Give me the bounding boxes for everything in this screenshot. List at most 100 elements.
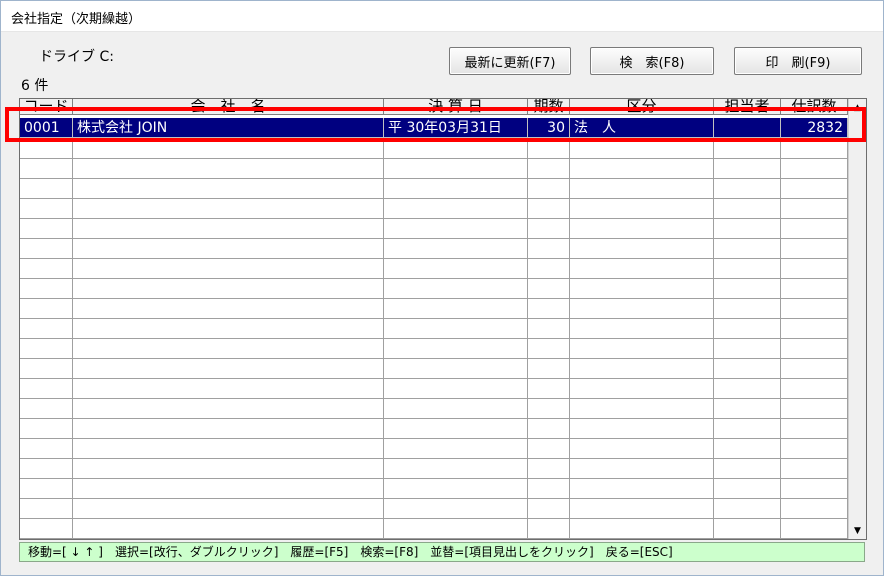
- empty-table-row[interactable]: [20, 459, 848, 479]
- empty-table-row[interactable]: [20, 499, 848, 519]
- empty-cell: [714, 199, 781, 219]
- empty-table-row[interactable]: [20, 319, 848, 339]
- empty-cell: [73, 439, 384, 459]
- search-button[interactable]: 検 索(F8): [590, 47, 714, 75]
- empty-cell: [73, 199, 384, 219]
- empty-cell: [570, 159, 714, 179]
- empty-cell: [384, 139, 528, 159]
- empty-table-row[interactable]: [20, 299, 848, 319]
- empty-cell: [528, 159, 570, 179]
- empty-cell: [781, 159, 848, 179]
- empty-table-row[interactable]: [20, 279, 848, 299]
- header-closing-date[interactable]: 決 算 日: [384, 99, 528, 115]
- empty-cell: [570, 399, 714, 419]
- empty-table-row[interactable]: [20, 179, 848, 199]
- empty-table-row[interactable]: [20, 479, 848, 499]
- empty-cell: [714, 239, 781, 259]
- header-period[interactable]: 期数: [528, 99, 570, 115]
- empty-cell: [73, 259, 384, 279]
- header-entries[interactable]: 仕訳数: [781, 99, 848, 115]
- empty-cell: [384, 339, 528, 359]
- empty-cell: [714, 139, 781, 159]
- empty-table-row[interactable]: [20, 259, 848, 279]
- header-code[interactable]: コード: [20, 99, 73, 115]
- title-bar: 会社指定（次期繰越）: [1, 1, 883, 32]
- empty-cell: [714, 499, 781, 519]
- empty-cell: [570, 479, 714, 499]
- header-staff[interactable]: 担当者: [714, 99, 781, 115]
- empty-table-row[interactable]: [20, 379, 848, 399]
- empty-cell: [528, 419, 570, 439]
- vertical-scrollbar[interactable]: ▲ ▼: [848, 99, 866, 539]
- empty-cell: [781, 359, 848, 379]
- empty-cell: [73, 379, 384, 399]
- empty-table-row[interactable]: [20, 139, 848, 159]
- empty-cell: [20, 379, 73, 399]
- empty-table-row[interactable]: [20, 519, 848, 539]
- empty-cell: [714, 519, 781, 539]
- empty-cell: [384, 499, 528, 519]
- empty-cell: [528, 519, 570, 539]
- scroll-down-icon[interactable]: ▼: [849, 522, 866, 539]
- empty-table-row[interactable]: [20, 399, 848, 419]
- cell-company-name: 株式会社 JOIN: [73, 118, 384, 138]
- empty-cell: [20, 299, 73, 319]
- empty-cell: [20, 259, 73, 279]
- header-category[interactable]: 区分: [570, 99, 714, 115]
- empty-cell: [73, 319, 384, 339]
- empty-cell: [714, 459, 781, 479]
- empty-cell: [781, 199, 848, 219]
- empty-cell: [781, 519, 848, 539]
- cell-entries: 2832: [781, 118, 848, 138]
- empty-cell: [20, 419, 73, 439]
- empty-cell: [73, 159, 384, 179]
- empty-cell: [73, 239, 384, 259]
- scroll-up-icon[interactable]: ▲: [849, 99, 866, 116]
- empty-cell: [781, 459, 848, 479]
- empty-cell: [570, 199, 714, 219]
- empty-cell: [528, 219, 570, 239]
- empty-cell: [384, 159, 528, 179]
- empty-cell: [781, 479, 848, 499]
- empty-cell: [384, 199, 528, 219]
- empty-table-row[interactable]: [20, 219, 848, 239]
- empty-table-row[interactable]: [20, 439, 848, 459]
- empty-cell: [714, 359, 781, 379]
- empty-cell: [714, 399, 781, 419]
- empty-cell: [20, 179, 73, 199]
- empty-cell: [781, 419, 848, 439]
- empty-cell: [781, 179, 848, 199]
- empty-cell: [73, 479, 384, 499]
- empty-table-row[interactable]: [20, 359, 848, 379]
- empty-cell: [20, 339, 73, 359]
- empty-cell: [384, 239, 528, 259]
- company-grid[interactable]: コード 会 社 名 決 算 日 期数 区分 担当者 仕訳数 0001 株式会社 …: [19, 98, 867, 540]
- refresh-button[interactable]: 最新に更新(F7): [449, 47, 571, 75]
- empty-cell: [73, 519, 384, 539]
- empty-table-row[interactable]: [20, 339, 848, 359]
- empty-cell: [781, 379, 848, 399]
- empty-cell: [570, 179, 714, 199]
- empty-cell: [73, 419, 384, 439]
- empty-table-row[interactable]: [20, 199, 848, 219]
- empty-cell: [384, 479, 528, 499]
- empty-cell: [20, 199, 73, 219]
- table-row[interactable]: 0001 株式会社 JOIN 平 30年03月31日 30 法 人 2832: [20, 118, 848, 138]
- empty-cell: [781, 139, 848, 159]
- empty-cell: [384, 179, 528, 199]
- grid-header: コード 会 社 名 決 算 日 期数 区分 担当者 仕訳数: [20, 99, 848, 115]
- empty-cell: [73, 399, 384, 419]
- empty-cell: [714, 479, 781, 499]
- empty-cell: [714, 299, 781, 319]
- empty-cell: [384, 519, 528, 539]
- print-button[interactable]: 印 刷(F9): [734, 47, 862, 75]
- empty-cell: [714, 279, 781, 299]
- empty-cell: [384, 439, 528, 459]
- header-company-name[interactable]: 会 社 名: [73, 99, 384, 115]
- empty-cell: [570, 239, 714, 259]
- empty-cell: [570, 139, 714, 159]
- empty-table-row[interactable]: [20, 159, 848, 179]
- empty-cell: [384, 279, 528, 299]
- empty-table-row[interactable]: [20, 239, 848, 259]
- empty-table-row[interactable]: [20, 419, 848, 439]
